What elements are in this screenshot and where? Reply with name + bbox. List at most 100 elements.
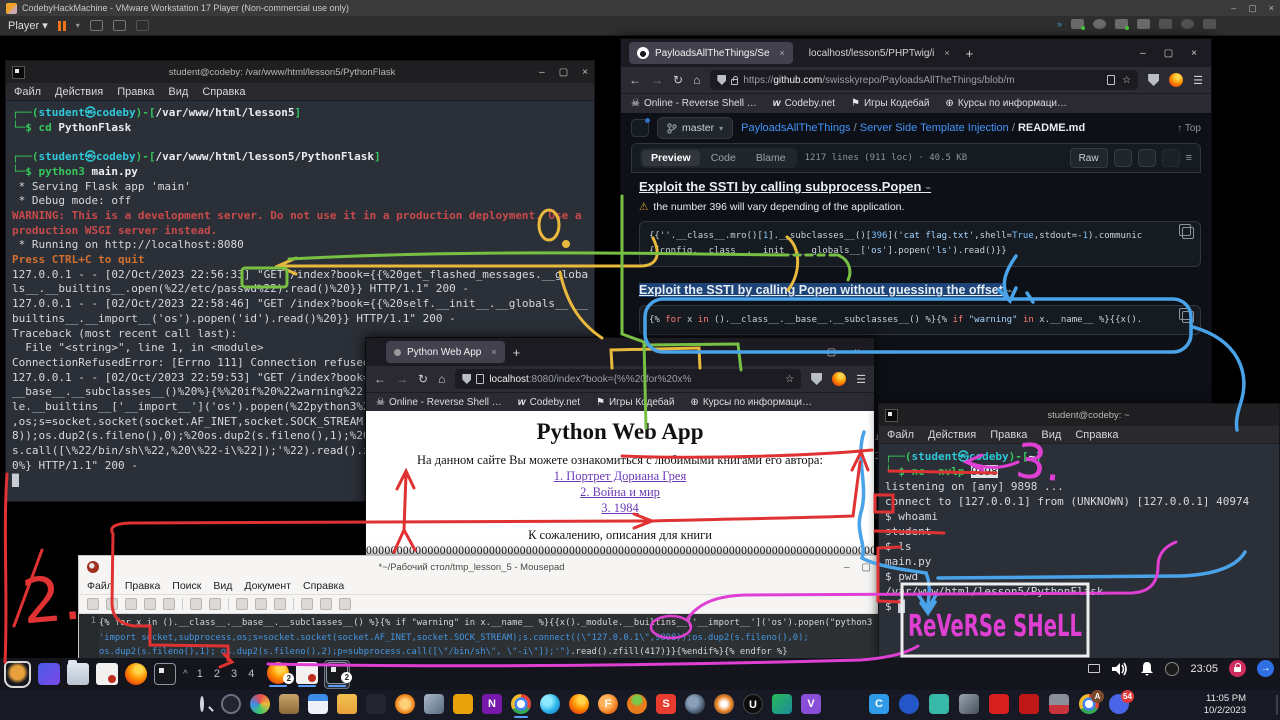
bookmark-item[interactable]: ⚑Игры Кодебай	[596, 397, 674, 408]
home-button[interactable]: ⌂	[693, 73, 700, 87]
red-gear-icon-2[interactable]	[1019, 694, 1039, 714]
save-icon[interactable]	[125, 598, 137, 610]
wing-app-icon[interactable]	[959, 694, 979, 714]
cinema4d-icon[interactable]	[685, 694, 705, 714]
file-manager-button[interactable]	[67, 663, 89, 685]
edit-pencil-icon[interactable]	[1162, 149, 1180, 167]
tab-python-web-app[interactable]: Python Web App ×	[386, 341, 505, 363]
reader-mode-icon[interactable]	[1107, 75, 1115, 85]
terminal1-maximize-button[interactable]: ▢	[559, 67, 568, 78]
forward-button[interactable]: →	[651, 73, 663, 87]
tab-preview[interactable]: Preview	[642, 150, 700, 166]
pycharm-icon[interactable]	[772, 694, 792, 714]
copy-code-icon[interactable]	[1182, 311, 1194, 323]
fl-studio-icon[interactable]: F	[598, 694, 618, 714]
slack-icon[interactable]	[250, 694, 270, 714]
protections-shield-icon[interactable]	[1148, 74, 1159, 86]
tab-payloadsallthethings[interactable]: PayloadsAllTheThings/Se ×	[629, 42, 793, 64]
menu-item[interactable]: Вид	[213, 580, 232, 592]
firefox-account-icon[interactable]	[832, 372, 846, 386]
reload-button[interactable]: ↻	[418, 372, 428, 386]
terminal2-output[interactable]: ┌──(student㉿codeby)-[~]└─$ nc -nvlp 9898…	[879, 444, 1279, 619]
file-explorer-icon[interactable]	[337, 694, 357, 714]
panel-expand-caret[interactable]: ^	[183, 669, 188, 680]
new-file-icon[interactable]	[87, 598, 99, 610]
unity-icon[interactable]	[136, 20, 149, 31]
blender-icon[interactable]	[714, 694, 734, 714]
paste-icon[interactable]	[274, 598, 286, 610]
reload-button[interactable]: ↻	[673, 73, 683, 87]
search-icon[interactable]	[301, 598, 313, 610]
logout-icon[interactable]: →	[1257, 660, 1274, 677]
replace-icon[interactable]	[320, 598, 332, 610]
menu-item[interactable]: Вид	[168, 86, 188, 98]
vm-sound-icon[interactable]	[1159, 19, 1172, 29]
firefox-icon[interactable]	[569, 694, 589, 714]
bookmark-item[interactable]: ☠Online - Reverse Shell …	[631, 98, 757, 109]
copy-raw-icon[interactable]	[1114, 149, 1132, 167]
tab-blame[interactable]: Blame	[747, 150, 795, 166]
search-icon[interactable]	[192, 694, 212, 714]
browser2-close-button[interactable]: ×	[854, 347, 860, 358]
tab-code[interactable]: Code	[702, 150, 745, 166]
vm-clock-icon[interactable]	[1093, 19, 1106, 29]
vmware-minimize-button[interactable]: –	[1231, 3, 1236, 14]
menu-item[interactable]: Действия	[928, 429, 976, 441]
mousepad-maximize-button[interactable]: ▢	[862, 562, 871, 573]
vm-disk-icon[interactable]	[1137, 19, 1150, 29]
power-manager-icon[interactable]	[1165, 662, 1179, 676]
save-as-icon[interactable]	[144, 598, 156, 610]
code-block-popen[interactable]: {% for x in ().__class__.__base__.__subc…	[639, 305, 1201, 335]
breadcrumb-repo-link[interactable]: PayloadsAllTheThings	[741, 122, 850, 134]
new-tab-button[interactable]: +	[513, 345, 521, 360]
menu-item[interactable]: Справка	[202, 86, 245, 98]
edge-icon[interactable]	[540, 694, 560, 714]
menu-item[interactable]: Файл	[14, 86, 41, 98]
home-button[interactable]: ⌂	[438, 372, 445, 386]
tab-localhost-phptwig[interactable]: localhost/lesson5/PHPTwig/i ×	[801, 42, 958, 64]
cut-icon[interactable]	[236, 598, 248, 610]
menu-item[interactable]: Справка	[303, 580, 344, 592]
anchor-link-icon[interactable]: ⌁	[925, 183, 931, 194]
bookmark-item[interactable]: ⊕Курсы по информаци…	[690, 397, 812, 408]
tab-close-icon[interactable]: ×	[944, 48, 949, 58]
vm-settings-icon[interactable]	[1181, 19, 1194, 29]
vmware-close-button[interactable]: ×	[1269, 3, 1274, 14]
tracking-shield-icon[interactable]	[462, 374, 471, 384]
terminal-launcher[interactable]	[154, 663, 176, 685]
menu-item[interactable]: Файл	[887, 429, 914, 441]
chrome-icon[interactable]	[511, 694, 531, 714]
mimo-icon[interactable]	[929, 694, 949, 714]
menu-item[interactable]: Правка	[117, 86, 154, 98]
bookmark-star-icon[interactable]: ☆	[785, 374, 794, 385]
portrait-app-icon[interactable]	[279, 694, 299, 714]
maps-pin-icon[interactable]	[899, 694, 919, 714]
close-file-icon[interactable]	[163, 598, 175, 610]
bookmark-item[interactable]: ⊕Курсы по информаци…	[945, 98, 1067, 109]
protections-shield-icon[interactable]	[811, 373, 822, 385]
copy-code-icon[interactable]	[1182, 227, 1194, 239]
terminal1-close-button[interactable]: ×	[582, 67, 588, 78]
download-icon[interactable]	[1138, 149, 1156, 167]
menu-item[interactable]: Файл	[87, 580, 113, 592]
onenote-icon[interactable]: N	[482, 694, 502, 714]
goto-icon[interactable]	[339, 598, 351, 610]
back-button[interactable]: ←	[374, 372, 386, 386]
browser2-minimize-button[interactable]: –	[803, 347, 809, 358]
hamburger-menu-icon[interactable]: ☰	[856, 373, 866, 386]
mousepad-minimize-button[interactable]: –	[844, 562, 850, 573]
unreal-icon[interactable]: U	[743, 694, 763, 714]
send-cad-icon[interactable]	[90, 20, 103, 31]
forward-button[interactable]: →	[396, 372, 408, 386]
bookmark-star-icon[interactable]: ☆	[1122, 75, 1131, 86]
menu-item[interactable]: Документ	[244, 580, 291, 592]
copy-icon[interactable]	[255, 598, 267, 610]
sublime-icon[interactable]: S	[656, 694, 676, 714]
volume-icon[interactable]	[1111, 661, 1129, 677]
start-button[interactable]	[163, 694, 183, 714]
carrot-daw-icon[interactable]	[627, 694, 647, 714]
back-to-top-link[interactable]: ↑ Top	[1177, 123, 1201, 134]
vmware-icon[interactable]	[453, 694, 473, 714]
terminal1-minimize-button[interactable]: –	[539, 67, 545, 78]
firefox-account-icon[interactable]	[1169, 73, 1183, 87]
